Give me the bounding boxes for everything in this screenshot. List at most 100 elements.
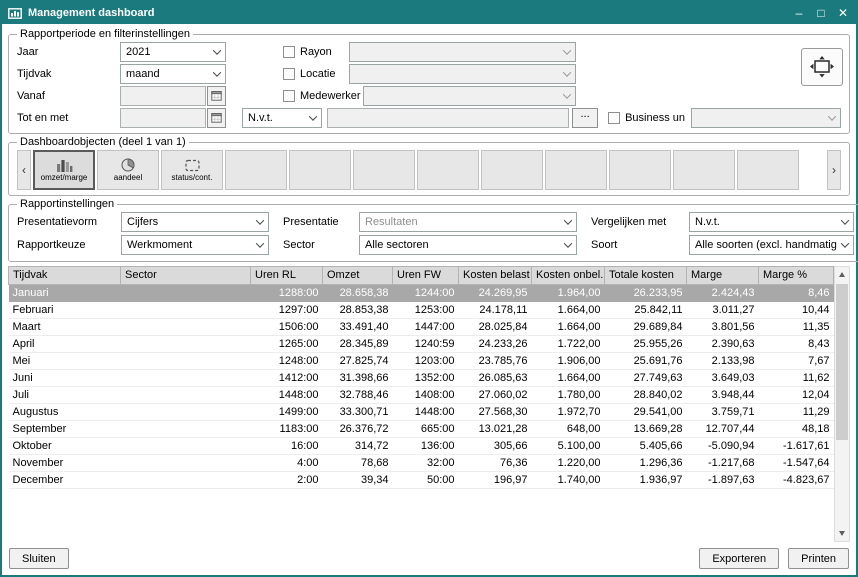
table-row[interactable]: Juli1448:0032.788,461408:0027.060,021.78… (9, 387, 834, 404)
column-header[interactable]: Kosten onbel. (532, 267, 605, 285)
dashboard-tile-empty[interactable] (545, 150, 607, 190)
column-header[interactable]: Tijdvak (9, 267, 121, 285)
presentatievorm-select[interactable]: Cijfers (121, 212, 269, 232)
minimize-button[interactable]: – (789, 4, 809, 22)
locatie-checkbox[interactable] (283, 68, 295, 80)
presentatie-select[interactable]: Resultaten (359, 212, 577, 232)
table-cell: November (9, 455, 121, 472)
table-row[interactable]: December2:0039,3450:00196,971.740,001.93… (9, 472, 834, 489)
column-header[interactable]: Kosten belast (459, 267, 532, 285)
jaar-select[interactable]: 2021 (120, 42, 226, 62)
dashboard-tile-empty[interactable] (481, 150, 543, 190)
column-header[interactable]: Uren RL (251, 267, 323, 285)
sector-label: Sector (283, 239, 359, 251)
results-table: TijdvakSectorUren RLOmzetUren FWKosten b… (8, 266, 834, 489)
table-row[interactable]: September1183:0026.376,72665:0013.021,28… (9, 421, 834, 438)
maximize-button[interactable]: □ (811, 4, 831, 22)
business-select[interactable] (691, 108, 841, 128)
table-cell: 1448:00 (251, 387, 323, 404)
medewerker-checkbox[interactable] (283, 90, 295, 102)
scrollbar-track[interactable] (835, 282, 849, 526)
column-header[interactable]: Omzet (323, 267, 393, 285)
rayon-checkbox-group: Rayon (283, 46, 332, 58)
rayon-checkbox[interactable] (283, 46, 295, 58)
column-header[interactable]: Totale kosten (605, 267, 687, 285)
tot-en-met-input[interactable] (120, 108, 206, 128)
table-row[interactable]: Februari1297:0028.853,381253:0024.178,11… (9, 302, 834, 319)
table-cell: 13.669,28 (605, 421, 687, 438)
dashboard-tile-empty[interactable] (289, 150, 351, 190)
dashboard-tile-aandeel[interactable]: aandeel (97, 150, 159, 190)
column-header[interactable]: Marge (687, 267, 759, 285)
dashboard-tile-empty[interactable] (417, 150, 479, 190)
fullscreen-button[interactable] (801, 48, 843, 86)
sluiten-button[interactable]: Sluiten (9, 548, 69, 569)
table-row[interactable]: Januari1288:0028.658,381244:0024.269,951… (9, 285, 834, 302)
business-label: Business un (625, 112, 685, 124)
tijdvak-label: Tijdvak (17, 68, 120, 80)
table-cell: 3.011,27 (687, 302, 759, 319)
printen-button[interactable]: Printen (788, 548, 849, 569)
column-header[interactable]: Marge % (759, 267, 834, 285)
table-cell: 11,35 (759, 319, 834, 336)
vanaf-input[interactable] (120, 86, 206, 106)
table-row[interactable]: Mei1248:0027.825,741203:0023.785,761.906… (9, 353, 834, 370)
table-cell: 11,62 (759, 370, 834, 387)
rayon-select[interactable] (349, 42, 576, 62)
table-cell (121, 455, 251, 472)
filter-group: Rapportperiode en filterinstellingen Jaa… (8, 28, 850, 134)
vertical-scrollbar[interactable] (834, 266, 850, 542)
dashboard-tile-empty[interactable] (609, 150, 671, 190)
column-header[interactable]: Uren FW (393, 267, 459, 285)
tot-en-met-calendar-button[interactable] (207, 108, 226, 128)
table-cell: 50:00 (393, 472, 459, 489)
nvt-select[interactable]: N.v.t. (242, 108, 322, 128)
sector-select[interactable]: Alle sectoren (359, 235, 577, 255)
column-header[interactable]: Sector (121, 267, 251, 285)
table-cell: Oktober (9, 438, 121, 455)
scroll-up-button[interactable] (835, 267, 849, 282)
scrollbar-thumb[interactable] (836, 284, 848, 440)
dashboard-tile-empty[interactable] (225, 150, 287, 190)
table-cell: 305,66 (459, 438, 532, 455)
table-cell: 10,44 (759, 302, 834, 319)
dashboard-tile-status-cont[interactable]: status/cont. (161, 150, 223, 190)
table-cell: 1448:00 (393, 404, 459, 421)
locatie-select[interactable] (349, 64, 576, 84)
titlebar[interactable]: Management dashboard – □ ✕ (2, 2, 856, 24)
table-row[interactable]: April1265:0028.345,891240:5924.233,261.7… (9, 336, 834, 353)
vergelijken-select[interactable]: N.v.t. (689, 212, 854, 232)
rapportkeuze-select[interactable]: Werkmoment (121, 235, 269, 255)
table-row[interactable]: Juni1412:0031.398,661352:0026.085,631.66… (9, 370, 834, 387)
calendar-icon (211, 112, 222, 123)
rayon-label: Rayon (300, 46, 332, 58)
chevron-down-icon (305, 109, 321, 127)
table-row[interactable]: Oktober16:00314,72136:00305,665.100,005.… (9, 438, 834, 455)
exporteren-button[interactable]: Exporteren (699, 548, 779, 569)
close-button[interactable]: ✕ (833, 4, 853, 22)
table-cell: 1203:00 (393, 353, 459, 370)
dashboard-tile-empty[interactable] (353, 150, 415, 190)
table-row[interactable]: Maart1506:0033.491,401447:0028.025,841.6… (9, 319, 834, 336)
browse-button[interactable]: ... (572, 108, 598, 128)
table-row[interactable]: Augustus1499:0033.300,711448:0027.568,30… (9, 404, 834, 421)
next-tiles-button[interactable]: › (827, 150, 841, 190)
dashboard-tile-empty[interactable] (673, 150, 735, 190)
table-row[interactable]: November4:0078,6832:0076,361.220,001.296… (9, 455, 834, 472)
scroll-down-button[interactable] (835, 526, 849, 541)
prev-tiles-button[interactable]: ‹ (17, 150, 31, 190)
business-checkbox[interactable] (608, 112, 620, 124)
vanaf-label: Vanaf (17, 90, 120, 102)
soort-select[interactable]: Alle soorten (excl. handmatig (689, 235, 854, 255)
tijdvak-select[interactable]: maand (120, 64, 226, 84)
table-cell: 1.964,00 (532, 285, 605, 302)
dashboard-tile-empty[interactable] (737, 150, 799, 190)
filter-value-input[interactable] (327, 108, 569, 128)
vanaf-calendar-button[interactable] (207, 86, 226, 106)
table-cell: 136:00 (393, 438, 459, 455)
dashboard-tile-omzet-marge[interactable]: omzet/marge (33, 150, 95, 190)
locatie-label: Locatie (300, 68, 335, 80)
table-cell: 1.936,97 (605, 472, 687, 489)
medewerker-select[interactable] (363, 86, 576, 106)
table-cell: 1.664,00 (532, 319, 605, 336)
